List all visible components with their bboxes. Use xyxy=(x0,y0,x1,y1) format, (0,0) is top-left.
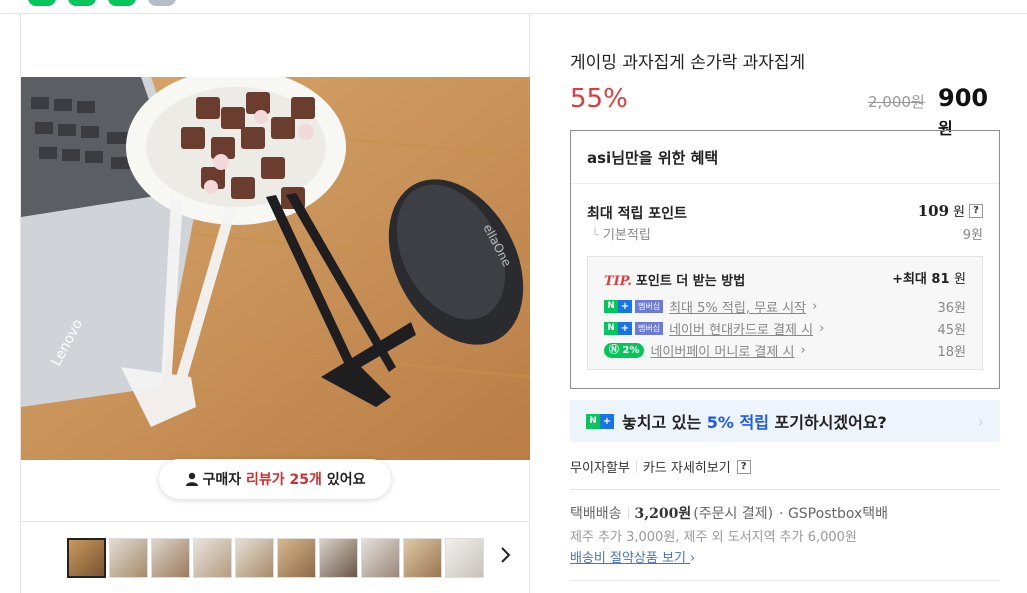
tip-title: TIP. 포인트 더 받는 방법 xyxy=(604,270,745,289)
tip-label: TIP. xyxy=(604,274,632,289)
shipping-saving-link[interactable]: 배송비 절약상품 보기 › xyxy=(570,547,695,566)
share-icon[interactable] xyxy=(68,0,96,6)
thumbnail[interactable] xyxy=(403,538,442,578)
thumbnail[interactable] xyxy=(151,538,190,578)
shipping-price: 3,200원 xyxy=(634,506,692,522)
basic-points-label: └ 기본적립 xyxy=(591,224,651,243)
thumbnail[interactable] xyxy=(445,538,484,578)
tip-item-npay-money[interactable]: Ⓝ 2% 네이버페이 머니로 결제 시 › xyxy=(604,341,806,360)
thumbnail-strip xyxy=(67,538,484,578)
thumbnail[interactable] xyxy=(235,538,274,578)
benefit-box: asi님만을 위한 혜택 최대 적립 포인트 109 원 ? └ 기본적립 9원… xyxy=(570,130,1000,389)
divider xyxy=(635,460,637,473)
thumbnail[interactable] xyxy=(67,538,106,578)
chevron-right-icon: › xyxy=(819,321,825,336)
help-icon[interactable]: ? xyxy=(969,203,983,218)
tip-max: +최대 81 원 xyxy=(892,268,966,287)
installment-label: 무이자할부 xyxy=(570,461,630,476)
max-points-number: 109 xyxy=(917,201,950,220)
chevron-right-icon: › xyxy=(812,299,818,314)
promo-highlight: 5% 적립 xyxy=(706,413,769,432)
tip-item-membership[interactable]: N + 멤버십 최대 5% 적립, 무료 시작 › xyxy=(604,297,817,316)
product-gallery: Lenovo ellaOne 구매자 리뷰가 25개 있어요 xyxy=(20,14,530,593)
thumbnail[interactable] xyxy=(193,538,232,578)
tip-title-text: 포인트 더 받는 방법 xyxy=(635,274,746,289)
chevron-right-icon: › xyxy=(690,551,696,566)
thumbnail-next-button[interactable] xyxy=(495,545,515,569)
payment-options: 무이자할부 카드 자세히보기 ? xyxy=(570,457,751,476)
share-icon[interactable] xyxy=(108,0,136,6)
chevron-right-icon xyxy=(501,547,511,563)
thumbnail[interactable] xyxy=(319,538,358,578)
card-detail-link[interactable]: 카드 자세히보기 xyxy=(643,457,731,476)
share-icon[interactable] xyxy=(28,0,56,6)
product-main-image[interactable]: Lenovo ellaOne xyxy=(21,77,530,460)
divider xyxy=(627,507,629,519)
help-icon[interactable]: ? xyxy=(736,459,751,474)
naver-plus-membership-icon: N + 멤버십 xyxy=(604,300,664,313)
review-suffix: 있어요 xyxy=(326,472,366,488)
naver-plus-membership-icon: N + 멤버십 xyxy=(604,322,664,335)
tip-item-amount: 18원 xyxy=(937,345,966,360)
npay-percent-badge: Ⓝ 2% xyxy=(604,343,645,358)
review-count: 리뷰가 25개 xyxy=(246,472,322,488)
max-points-unit: 원 xyxy=(953,205,965,220)
tip-max-value: +최대 81 xyxy=(892,272,950,287)
promo-pre: 놓치고 있는 xyxy=(622,413,702,432)
shipping-carrier: · GSPostbox택배 xyxy=(779,506,889,522)
tip-item-card[interactable]: N + 멤버십 네이버 현대카드로 결제 시 › xyxy=(604,319,824,338)
basic-points-value: 9원 xyxy=(962,228,983,243)
tip-item-text: 네이버 현대카드로 결제 시 xyxy=(669,323,814,338)
user-icon xyxy=(185,472,198,486)
tip-max-unit: 원 xyxy=(954,272,966,287)
naver-plus-icon: N + xyxy=(586,413,614,429)
max-points-label: 최대 적립 포인트 xyxy=(587,206,687,222)
thumbs-divider xyxy=(21,521,530,522)
max-points-value: 109 원 ? xyxy=(918,201,983,220)
tip-item-text: 네이버페이 머니로 결제 시 xyxy=(650,345,795,360)
tip-box: TIP. 포인트 더 받는 방법 +최대 81 원 N + 멤버십 최대 5% 적립,… xyxy=(587,256,983,370)
divider xyxy=(570,580,1000,581)
top-strip xyxy=(0,0,1027,14)
review-count-pill[interactable]: 구매자 리뷰가 25개 있어요 xyxy=(159,459,391,499)
benefit-header: asi님만을 위한 혜택 xyxy=(571,131,999,184)
chevron-right-icon: › xyxy=(977,411,984,431)
basic-points-text: 기본적립 xyxy=(602,228,651,243)
divider xyxy=(570,489,1000,490)
tip-item-text: 최대 5% 적립, 무료 시작 xyxy=(669,301,807,316)
thumbnail[interactable] xyxy=(361,538,400,578)
membership-promo-banner[interactable]: N + 놓치고 있는 5% 적립 포기하시겠어요? › xyxy=(570,400,1000,442)
thumbnail[interactable] xyxy=(277,538,316,578)
shipping-saving-text: 배송비 절약상품 보기 xyxy=(570,551,686,566)
shipping-extra-fee: 제주 추가 3,000원, 제주 외 도서지역 추가 6,000원 xyxy=(570,530,857,545)
product-title: 게이밍 과자집게 손가락 과자집게 xyxy=(570,53,806,73)
tip-item-amount: 36원 xyxy=(937,301,966,316)
discount-rate: 55% xyxy=(570,84,628,114)
indent-icon: └ xyxy=(591,228,599,243)
shipping-pay-type: (주문시 결제) xyxy=(693,506,774,522)
chevron-right-icon: › xyxy=(800,343,806,358)
promo-post: 포기하시겠어요? xyxy=(774,413,887,432)
share-icon[interactable] xyxy=(148,0,176,6)
thumbnail[interactable] xyxy=(109,538,148,578)
tip-item-amount: 45원 xyxy=(937,323,966,338)
shipping-method: 택배배송 xyxy=(570,506,622,522)
shipping-info: 택배배송 3,200원 (주문시 결제) · GSPostbox택배 xyxy=(570,503,888,523)
sale-price-value: 900 xyxy=(938,84,989,112)
original-price: 2,000원 xyxy=(868,93,925,111)
review-prefix: 구매자 xyxy=(202,472,242,488)
